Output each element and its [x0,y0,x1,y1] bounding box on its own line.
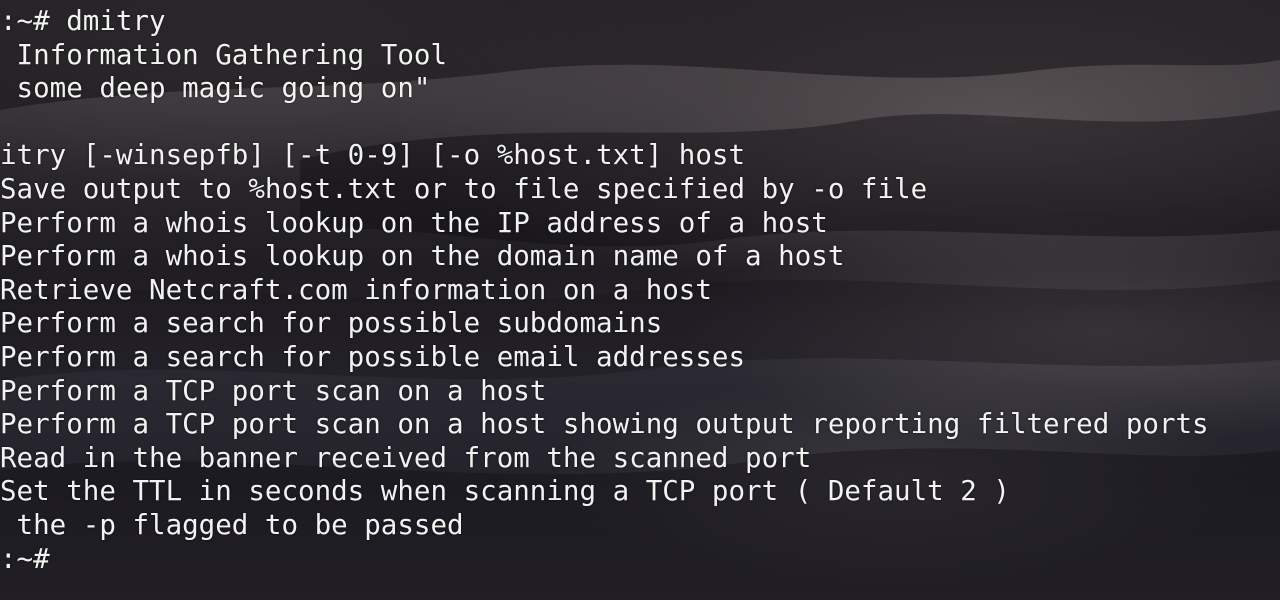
terminal-line-option: Perform a whois lookup on the IP address… [0,206,828,239]
terminal-output[interactable]: :~# dmitry Information Gathering Tool so… [0,0,1280,600]
terminal-line-option: Perform a search for possible subdomains [0,307,663,340]
terminal-line: Information Gathering Tool [0,38,448,71]
terminal-line: the -p flagged to be passed [0,508,464,541]
terminal-line-prompt[interactable]: :~# [0,543,1280,577]
terminal-line: some deep magic going on" [0,72,431,105]
terminal-line-option: Perform a search for possible email addr… [0,340,746,373]
terminal-line-option: Perform a TCP port scan on a host showin… [0,408,1209,441]
terminal-line-usage: itry [-winsepfb] [-t 0-9] [-o %host.txt]… [0,139,746,172]
terminal-window[interactable]: :~# dmitry Information Gathering Tool so… [0,0,1280,600]
terminal-line-prompt: :~# dmitry [0,5,166,37]
terminal-line-option: Read in the banner received from the sca… [0,441,812,474]
terminal-line-option: Save output to %host.txt or to file spec… [0,172,928,205]
terminal-line-option: Perform a TCP port scan on a host [0,374,547,407]
terminal-line-option: Set the TTL in seconds when scanning a T… [0,475,1010,508]
terminal-line-option: Perform a whois lookup on the domain nam… [0,240,845,273]
terminal-line-option: Retrieve Netcraft.com information on a h… [0,273,712,306]
